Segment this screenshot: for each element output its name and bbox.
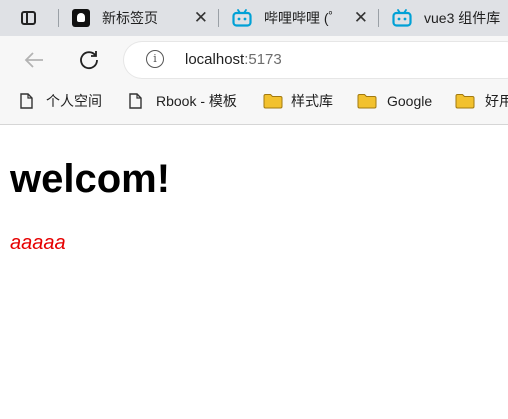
folder-icon xyxy=(357,94,377,109)
tab-bilibili[interactable]: 哔哩哔哩 (゜ ✕ xyxy=(218,0,378,36)
tab-title: vue3 组件库 xyxy=(424,10,501,26)
bilibili-icon xyxy=(232,9,252,27)
bookmark-label: 好用 xyxy=(485,93,508,109)
tab-actions-icon xyxy=(20,11,36,25)
tab-separator xyxy=(218,9,219,27)
tab-separator xyxy=(378,9,379,27)
bookmark-label: Google xyxy=(387,93,433,109)
notion-icon xyxy=(72,9,90,27)
tab-close-icon[interactable]: ✕ xyxy=(194,9,208,27)
tab-new-tab[interactable]: 新标签页 ✕ xyxy=(58,0,218,36)
folder-icon xyxy=(455,94,475,109)
bookmark-personal-space[interactable]: 个人空间 xyxy=(20,84,102,118)
page-content: welcom! aaaaa xyxy=(0,125,508,419)
bookmarks-bar: 个人空间 Rbook - 模板 样式库 Google 好用 xyxy=(0,84,508,125)
url-text[interactable]: localhost:5173 xyxy=(185,51,282,68)
address-bar[interactable]: i localhost:5173 xyxy=(124,42,508,78)
bookmark-label: 个人空间 xyxy=(46,93,102,109)
reload-icon xyxy=(80,51,98,70)
page-heading: welcom! xyxy=(10,157,171,201)
bookmark-folder-google[interactable]: Google xyxy=(357,84,432,118)
url-host: localhost xyxy=(185,51,245,68)
tab-actions-button[interactable] xyxy=(0,0,56,36)
url-port: :5173 xyxy=(244,51,282,68)
tab-strip: 新标签页 ✕ 哔哩哔哩 (゜ ✕ vue3 组件库 xyxy=(0,0,508,36)
page-text: aaaaa xyxy=(10,232,66,254)
page-icon xyxy=(20,93,33,109)
tab-title: 新标签页 xyxy=(102,10,158,26)
bookmark-folder-useful[interactable]: 好用 xyxy=(455,84,508,118)
info-icon[interactable]: i xyxy=(146,50,164,68)
bookmark-folder-style-library[interactable]: 样式库 xyxy=(263,84,333,118)
folder-icon xyxy=(263,94,283,109)
tab-separator xyxy=(58,9,59,27)
page-icon xyxy=(129,93,142,109)
tab-vue3-components[interactable]: vue3 组件库 xyxy=(378,0,508,36)
tab-close-icon[interactable]: ✕ xyxy=(354,9,368,27)
bookmark-rbook-template[interactable]: Rbook - 模板 xyxy=(129,84,237,118)
bilibili-icon xyxy=(392,9,412,27)
tab-title: 哔哩哔哩 (゜ xyxy=(264,10,343,26)
bookmark-label: Rbook - 模板 xyxy=(156,93,237,109)
navigation-bar: i localhost:5173 xyxy=(0,36,508,84)
reload-button[interactable] xyxy=(77,48,101,72)
arrow-left-icon xyxy=(24,52,43,68)
bookmark-label: 样式库 xyxy=(291,93,333,109)
back-button[interactable] xyxy=(22,48,46,72)
